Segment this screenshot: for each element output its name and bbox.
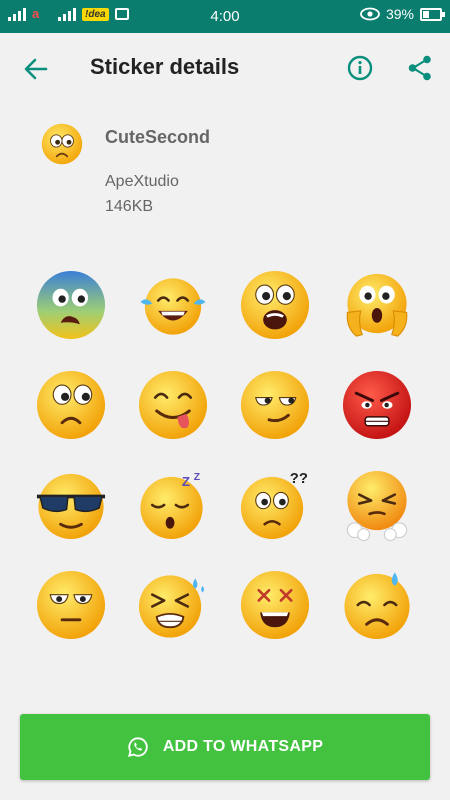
sticker-cold-worried[interactable] <box>20 255 122 355</box>
pack-name: CuteSecond <box>105 127 211 147</box>
pack-publisher: ApeXtudio <box>105 173 179 190</box>
sticker-dizzy[interactable] <box>224 555 326 655</box>
share-icon[interactable] <box>406 54 434 82</box>
battery-percent: 39% <box>385 6 414 22</box>
whatsapp-icon <box>127 737 148 758</box>
eye-icon <box>360 7 380 21</box>
battery-icon <box>420 7 445 21</box>
add-to-whatsapp-label: ADD TO WHATSAPP <box>162 738 324 755</box>
sticker-sweat-tired[interactable] <box>122 555 224 655</box>
arrow-left-icon[interactable] <box>22 55 50 83</box>
sticker-smirk[interactable] <box>224 355 326 455</box>
sticker-cold-sweat[interactable] <box>326 555 428 655</box>
status-bar: a !dea 4:00 39% <box>0 0 450 33</box>
sticker-angry-red[interactable] <box>326 355 428 455</box>
sticker-confused[interactable]: ?? <box>224 455 326 555</box>
svg-text:??: ?? <box>290 471 308 487</box>
app-bar: Sticker details <box>0 33 450 103</box>
info-icon[interactable] <box>346 54 374 82</box>
sticker-sunglasses[interactable] <box>20 455 122 555</box>
sticker-screaming-hands[interactable] <box>326 255 428 355</box>
sticker-sad-eyes[interactable] <box>20 355 122 455</box>
sticker-sleepy[interactable]: Z Z <box>122 455 224 555</box>
page-title: Sticker details <box>90 54 240 79</box>
svg-text:Z: Z <box>182 474 190 489</box>
add-to-whatsapp-button[interactable]: ADD TO WHATSAPP <box>20 714 430 780</box>
sticker-tongue-out[interactable] <box>122 355 224 455</box>
sticker-tears-of-joy[interactable] <box>122 255 224 355</box>
pack-size: 146KB <box>105 198 154 215</box>
svg-text:Z: Z <box>194 472 201 483</box>
pack-tray-icon <box>41 123 83 165</box>
sticker-shocked[interactable] <box>224 255 326 355</box>
sticker-steam-angry[interactable] <box>326 455 428 555</box>
sticker-unamused[interactable] <box>20 555 122 655</box>
sticker-grid: Z Z ?? <box>20 255 430 655</box>
